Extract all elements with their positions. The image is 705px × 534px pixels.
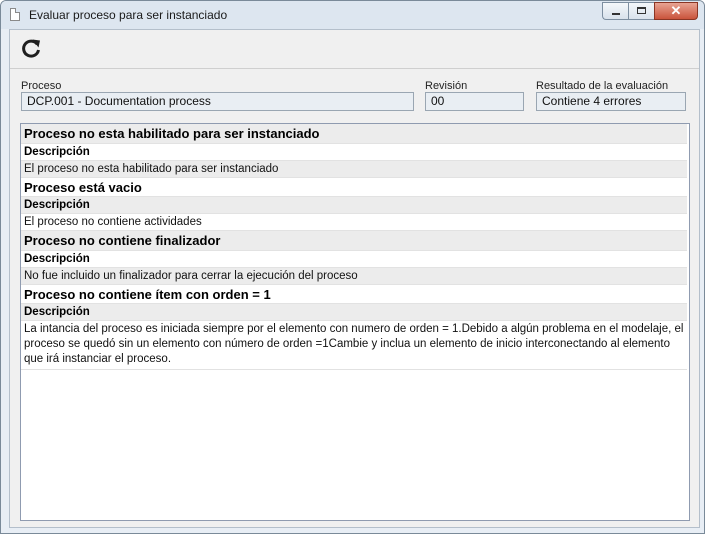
description-label: Descripción — [21, 304, 687, 321]
error-title: Proceso no esta habilitado para ser inst… — [21, 124, 687, 144]
minimize-icon — [612, 13, 620, 15]
proceso-field[interactable]: DCP.001 - Documentation process — [21, 92, 414, 111]
toolbar — [10, 30, 699, 69]
maximize-icon — [637, 7, 646, 14]
error-description: La intancia del proceso es iniciada siem… — [21, 321, 687, 370]
maximize-button[interactable] — [628, 2, 654, 20]
error-description: No fue incluido un finalizador para cerr… — [21, 268, 687, 285]
dialog-window: Evaluar proceso para ser instanciado ✕ P… — [0, 0, 705, 534]
minimize-button[interactable] — [602, 2, 628, 20]
error-title: Proceso no contiene ítem con orden = 1 — [21, 285, 687, 304]
proceso-label: Proceso — [21, 80, 62, 92]
caption-buttons: ✕ — [602, 2, 698, 20]
description-label: Descripción — [21, 197, 687, 214]
close-icon: ✕ — [670, 3, 682, 18]
errors-panel[interactable]: Proceso no esta habilitado para ser inst… — [20, 123, 690, 521]
dialog-content: Proceso DCP.001 - Documentation process … — [9, 29, 700, 528]
title-bar[interactable]: Evaluar proceso para ser instanciado ✕ — [1, 1, 704, 29]
error-description: El proceso no esta habilitado para ser i… — [21, 161, 687, 178]
description-label: Descripción — [21, 144, 687, 161]
resultado-label: Resultado de la evaluación — [536, 80, 669, 92]
error-title: Proceso está vacio — [21, 178, 687, 197]
close-button[interactable]: ✕ — [654, 2, 698, 20]
refresh-icon[interactable] — [20, 38, 42, 60]
document-icon — [10, 8, 20, 21]
window-title: Evaluar proceso para ser instanciado — [29, 8, 228, 22]
error-title: Proceso no contiene finalizador — [21, 231, 687, 251]
description-label: Descripción — [21, 251, 687, 268]
error-description: El proceso no contiene actividades — [21, 214, 687, 231]
revision-field[interactable]: 00 — [425, 92, 524, 111]
revision-label: Revisión — [425, 80, 468, 92]
resultado-field[interactable]: Contiene 4 errores — [536, 92, 686, 111]
